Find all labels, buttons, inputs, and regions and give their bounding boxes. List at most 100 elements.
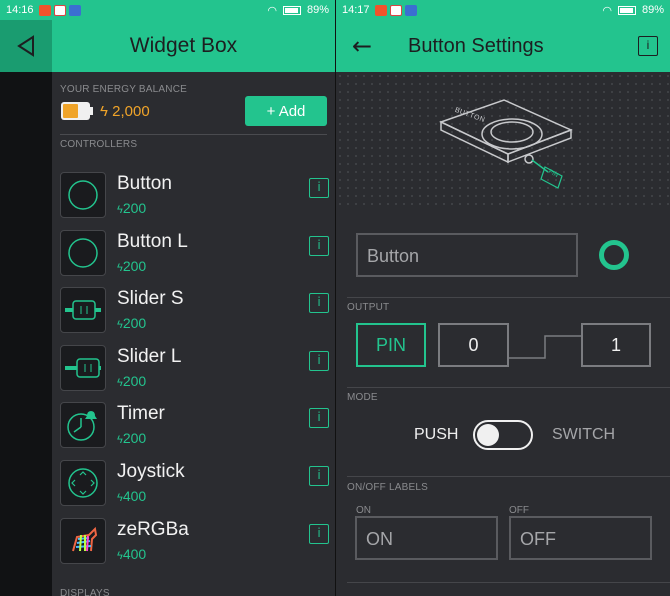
zergba-zebra-icon [60,517,106,564]
status-bar: 14:17 ◠ 89% [336,0,670,20]
status-time: 14:17 [342,4,370,16]
widget-name: zeRGBa [117,518,189,540]
widget-name: Slider S [117,288,184,310]
divider [347,297,670,298]
widget-cost-value: 200 [122,200,147,216]
widget-cost: ϟ200 [117,200,146,216]
info-button[interactable]: i [638,36,658,56]
page-title: Button Settings [408,34,544,57]
button-device-illustration [439,99,573,189]
widget-item[interactable]: Timer ϟ200 i [58,402,329,454]
energy-value: 2,000 [112,102,150,120]
widget-info-button[interactable]: i [309,408,329,429]
widget-cost-value: 200 [122,315,147,332]
energy-amount: ϟ 2,000 [100,103,150,120]
wifi-icon: ◠ [602,4,612,17]
off-label-caption: OFF [509,505,529,516]
battery-energy-icon [61,102,93,120]
widget-cost: ϟ200 [117,258,146,274]
widget-cost-value: 400 [122,545,147,562]
widget-info-button[interactable]: i [309,350,329,371]
controllers-label: CONTROLLERS [60,139,138,150]
widget-info-button[interactable]: i [309,523,329,544]
range-connector [509,335,581,359]
divider [60,134,327,135]
timer-icon [60,402,106,449]
wifi-icon: ◠ [267,4,277,17]
widget-info-button[interactable]: i [309,293,329,314]
off-label-input[interactable]: OFF [509,516,652,560]
color-picker[interactable] [599,240,629,270]
widget-name: Button [117,173,172,194]
divider [347,387,670,388]
energy-row: ϟ 2,000 + Add [60,94,327,128]
on-off-labels-label: ON/OFF LABELS [347,482,428,493]
dropbox-icon [404,4,417,16]
output-low-value[interactable]: 0 [438,323,509,367]
widget-name: Button L [117,230,188,252]
app-bar: Widget Box [0,20,335,72]
dashboard-background [0,72,52,596]
widget-cost-value: 200 [122,372,147,389]
battery-percent: 89% [306,4,329,16]
gmail-icon [53,4,66,16]
back-arrow-icon[interactable]: ← [336,20,388,72]
widget-box-screen: 14:16 ◠ 89% Widget Box YOUR ENERGY BALAN… [0,0,335,596]
displays-label: DISPLAYS [60,588,110,596]
status-bar: 14:16 ◠ 89% [0,0,335,20]
joystick-icon [60,460,106,506]
button-settings-screen: 14:17 ◠ 89% ← Button Settings i BUTTON P… [335,0,670,596]
mode-toggle[interactable] [473,420,533,450]
app-bar: ← Button Settings i [336,20,670,72]
dropbox-icon [68,4,81,16]
widget-item[interactable]: zeRGBa ϟ400 i [58,517,329,570]
divider [347,476,670,477]
output-label: OUTPUT [347,302,390,313]
ok-app-icon [374,4,387,16]
battery-icon [617,5,636,15]
button-large-icon [60,229,106,276]
status-right: ◠ 89% [267,4,329,17]
widget-info-button[interactable]: i [309,235,329,256]
widget-item[interactable]: Button ϟ200 i [58,172,329,224]
widget-cost-value: 400 [122,488,147,504]
slider-small-icon [60,287,106,334]
widget-item[interactable]: Slider S ϟ200 i [58,287,329,339]
on-label-caption: ON [356,505,371,516]
page-title: Widget Box [129,34,238,57]
on-label-input[interactable]: ON [355,516,498,560]
widget-info-button[interactable]: i [309,178,329,198]
widget-cost: ϟ400 [117,488,146,504]
bolt-icon: ϟ [100,102,108,120]
widget-preview: BUTTON PIN [336,72,670,208]
widget-name: Joystick [117,461,185,482]
output-high-value[interactable]: 1 [581,323,651,367]
push-mode-label[interactable]: PUSH [414,426,458,444]
back-button[interactable] [0,20,52,72]
widget-name-input[interactable]: Button [356,233,578,277]
slider-large-icon [60,344,106,391]
widget-info-button[interactable]: i [309,466,329,486]
switch-mode-label[interactable]: SWITCH [552,426,615,444]
status-right: ◠ 89% [602,4,664,17]
add-energy-button[interactable]: + Add [245,96,327,126]
gmail-icon [389,4,402,16]
status-time: 14:16 [6,4,34,16]
battery-icon [282,5,301,15]
ok-app-icon [38,4,51,16]
widget-item[interactable]: Button L ϟ200 i [58,229,329,282]
widget-cost-value: 200 [122,257,147,274]
mode-label: MODE [347,392,378,403]
widget-item[interactable]: Slider L ϟ200 i [58,344,329,397]
button-icon [60,172,106,218]
battery-percent: 89% [641,4,664,16]
widget-item[interactable]: Joystick ϟ400 i [58,460,329,512]
back-triangle-icon [17,35,34,57]
widget-cost: ϟ400 [117,546,146,562]
widget-cost: ϟ200 [117,315,146,331]
pin-selector-button[interactable]: PIN [356,323,426,367]
widget-name: Timer [117,403,165,425]
divider [347,582,670,583]
widget-box-panel: YOUR ENERGY BALANCE ϟ 2,000 + Add CONTRO… [52,72,335,596]
widget-name: Slider L [117,345,182,367]
